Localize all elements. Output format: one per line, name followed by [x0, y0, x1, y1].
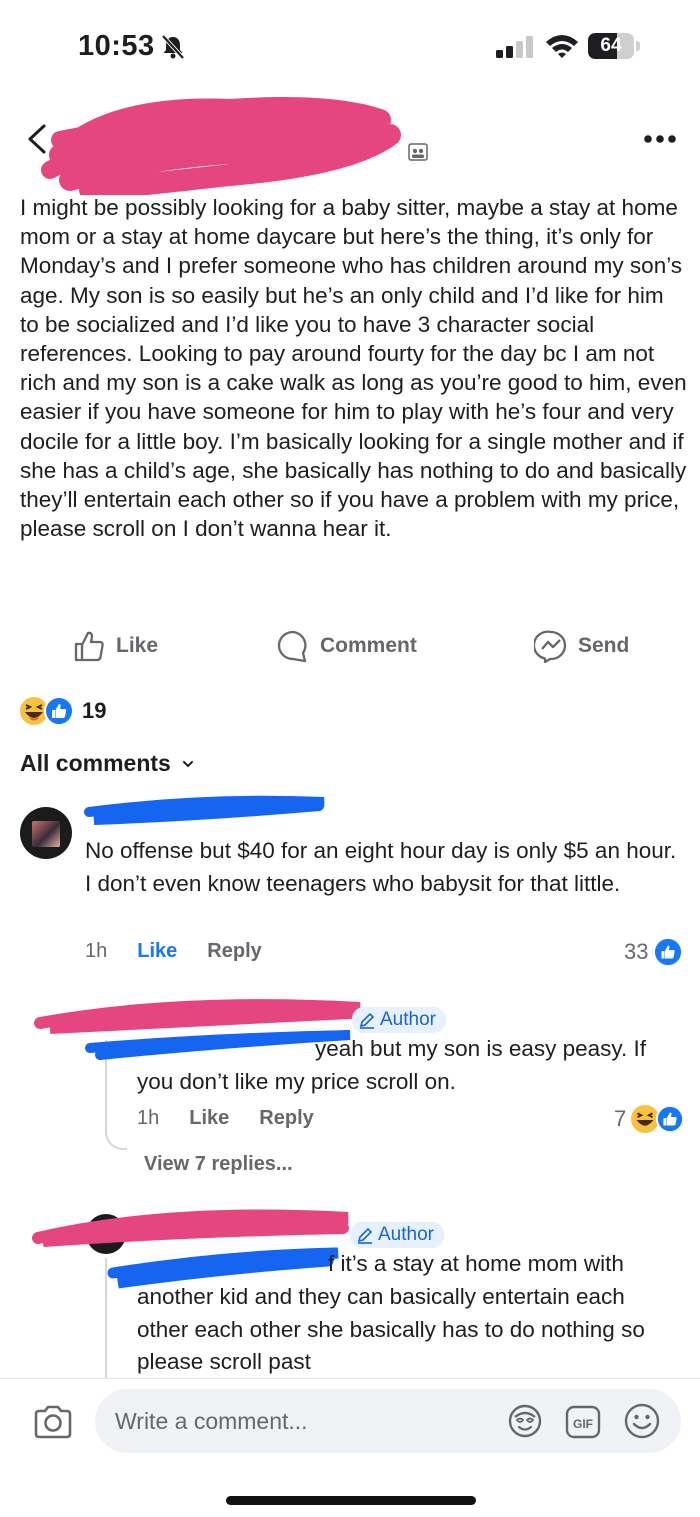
chevron-down-icon — [182, 760, 193, 767]
send-button[interactable]: Send — [534, 624, 629, 668]
redaction-scribble-poster — [41, 96, 401, 195]
messenger-icon — [534, 630, 567, 663]
comment-reply-button[interactable]: Reply — [259, 1107, 313, 1130]
bell-off-icon — [161, 34, 185, 60]
comment-like-button[interactable]: Like — [137, 940, 177, 963]
author-badge-label: Author — [378, 1224, 434, 1245]
author-badge: Author — [350, 1222, 444, 1248]
thread-connector — [105, 1040, 127, 1150]
comments-filter-dropdown[interactable]: All comments — [20, 750, 195, 777]
gif-icon[interactable]: GIF — [565, 1405, 601, 1439]
comment-text: No offense but $40 for an eight hour day… — [85, 838, 677, 896]
thread-connector — [105, 1258, 107, 1378]
comment-reaction-count: 7 — [614, 1106, 627, 1131]
gif-label: GIF — [573, 1417, 593, 1431]
battery-icon: 64 — [588, 33, 640, 59]
wifi-icon — [546, 35, 578, 58]
comment-composer-bar: GIF — [0, 1378, 700, 1517]
comment-input[interactable] — [115, 1389, 495, 1453]
comment-label: Comment — [320, 634, 417, 657]
view-replies-link[interactable]: View 7 replies... — [144, 1153, 293, 1176]
comment-input-box[interactable]: GIF — [95, 1389, 681, 1453]
comment-reactions[interactable]: 33 — [624, 938, 682, 966]
post-body-text: I might be possibly looking for a baby s… — [20, 195, 687, 542]
pencil-icon — [359, 1012, 375, 1029]
comment-meta: 1h Like Reply — [85, 940, 262, 963]
comment-reactions[interactable]: 7 — [614, 1104, 685, 1134]
like-button[interactable]: Like — [72, 624, 158, 668]
redaction-scribble-name — [32, 1209, 349, 1289]
redaction-scribble-name — [84, 795, 325, 825]
commenter-avatar[interactable] — [86, 1214, 126, 1254]
reaction-count: 19 — [82, 698, 107, 723]
battery-level: 64 — [600, 35, 622, 56]
comment-text-first-line: f it’s a stay at home mom with — [328, 1251, 624, 1276]
avatar-sticker-icon[interactable] — [507, 1403, 543, 1439]
status-time: 10:53 — [78, 30, 155, 62]
like-reaction-icon — [44, 696, 74, 726]
comment-like-button[interactable]: Like — [189, 1107, 229, 1130]
cell-signal-icon — [496, 36, 533, 58]
camera-icon[interactable] — [32, 1401, 74, 1443]
comment-bubble-icon — [277, 630, 307, 663]
thumbs-up-icon — [74, 631, 104, 662]
like-label: Like — [116, 634, 159, 657]
post-header — [0, 95, 700, 195]
comment-text: another kid and they can basically enter… — [137, 1284, 645, 1374]
emoji-icon[interactable] — [623, 1402, 661, 1440]
status-bar: 10:53 64 — [0, 0, 700, 90]
back-chevron-icon[interactable] — [22, 123, 54, 155]
home-indicator — [226, 1496, 476, 1505]
like-reaction-icon — [656, 1105, 685, 1133]
comment-time: 1h — [137, 1107, 160, 1129]
more-options-icon[interactable] — [640, 131, 680, 147]
comment-time: 1h — [85, 940, 108, 962]
comment-button[interactable]: Comment — [276, 624, 417, 668]
comment-reply-button[interactable]: Reply — [207, 940, 261, 963]
send-label: Send — [578, 634, 630, 657]
comment-reaction-count: 33 — [624, 939, 649, 964]
comments-filter-label: All comments — [20, 750, 171, 776]
like-reaction-icon — [655, 938, 682, 966]
group-badge-icon — [408, 143, 428, 161]
commenter-avatar[interactable] — [20, 807, 72, 859]
post-reactions[interactable]: 19 — [18, 694, 106, 728]
author-badge: Author — [352, 1007, 446, 1033]
author-badge-label: Author — [380, 1009, 436, 1030]
comment-meta: 1h Like Reply — [137, 1107, 314, 1130]
comment-text: yeah but my son is easy peasy. If you do… — [137, 1036, 646, 1094]
post-action-bar: Like Comment Send — [0, 624, 700, 668]
pencil-icon — [357, 1227, 373, 1244]
